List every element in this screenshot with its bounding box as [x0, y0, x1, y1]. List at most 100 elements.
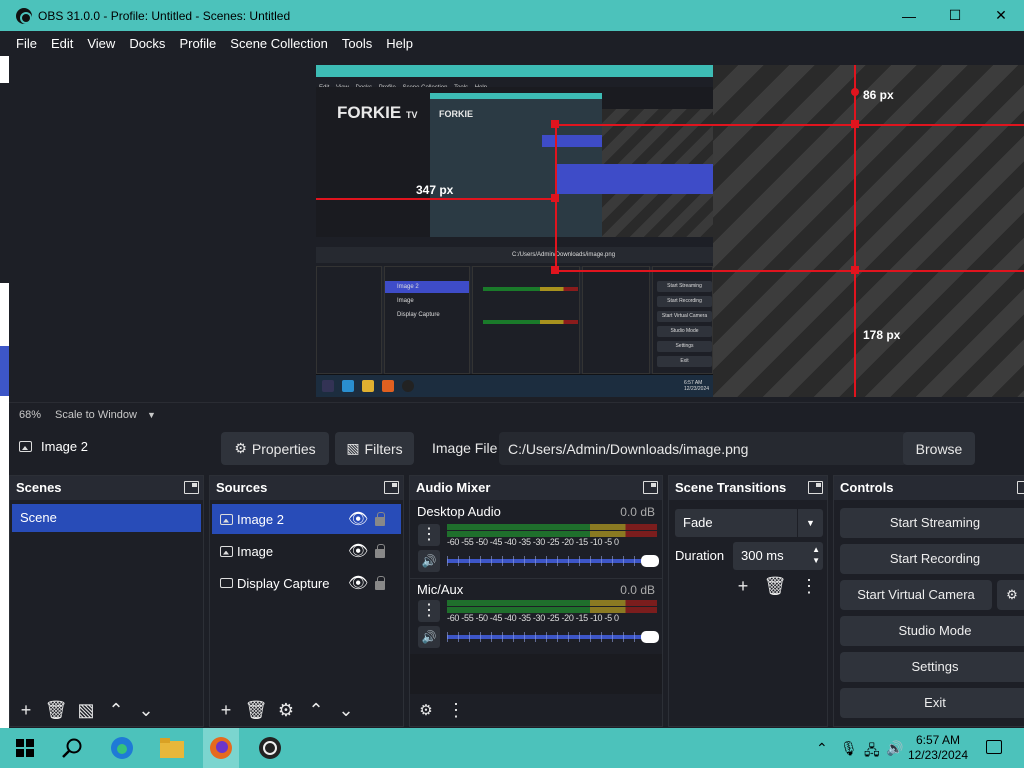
- lock-icon[interactable]: [375, 544, 385, 558]
- move-up-button[interactable]: ⌃: [302, 696, 330, 724]
- preview-canvas[interactable]: Edit View Docks Profile Scene Collection…: [9, 56, 1024, 402]
- handle-bottom-left[interactable]: [551, 266, 559, 274]
- image-source-placeholder[interactable]: [713, 65, 1024, 397]
- mixer-menu-button[interactable]: ⋮: [442, 696, 470, 724]
- nested-screenshot[interactable]: Edit View Docks Profile Scene Collection…: [316, 65, 713, 397]
- notification-icon[interactable]: [986, 740, 1002, 754]
- transition-select[interactable]: Fade ▼: [675, 509, 823, 537]
- studio-mode-button[interactable]: Studio Mode: [840, 616, 1024, 646]
- source-properties-button[interactable]: ⚙: [272, 696, 300, 724]
- handle-top-left[interactable]: [551, 120, 559, 128]
- image-icon: [220, 545, 233, 557]
- menu-view[interactable]: View: [80, 36, 122, 51]
- remove-source-button[interactable]: 🗑: [242, 696, 270, 724]
- duration-input[interactable]: 300 ms ▲ ▼: [733, 542, 823, 570]
- virtual-camera-settings-button[interactable]: ⚙: [997, 580, 1024, 610]
- move-up-button[interactable]: ⌃: [102, 696, 130, 724]
- menu-profile[interactable]: Profile: [172, 36, 223, 51]
- menu-tools[interactable]: Tools: [335, 36, 379, 51]
- handle-top-right[interactable]: [851, 120, 859, 128]
- sources-title: Sources: [210, 476, 403, 500]
- volume-icon[interactable]: 🔊: [886, 740, 903, 757]
- eye-icon[interactable]: 👁: [348, 509, 368, 529]
- advanced-audio-icon[interactable]: ⚙: [412, 696, 440, 724]
- window-controls: — ☐ ✕: [886, 0, 1024, 31]
- network-icon[interactable]: 🖧: [864, 740, 880, 764]
- filters-button[interactable]: ▧ Filters: [335, 432, 414, 465]
- menu-file[interactable]: File: [9, 36, 44, 51]
- obs-taskbar-icon[interactable]: [257, 736, 283, 760]
- menu-help[interactable]: Help: [379, 36, 420, 51]
- nested-control-5: Settings: [657, 341, 712, 352]
- close-button[interactable]: ✕: [978, 0, 1024, 31]
- nested-edge-icon: [342, 380, 354, 392]
- source-item-display-capture[interactable]: Display Capture 👁: [212, 568, 401, 598]
- nested-control-2: Start Recording: [657, 296, 712, 307]
- undock-icon[interactable]: [384, 481, 399, 494]
- source-item-image[interactable]: Image 👁: [212, 536, 401, 566]
- source-item-image-2[interactable]: Image 2 👁: [212, 504, 401, 534]
- undock-icon[interactable]: [643, 481, 658, 494]
- menu-scene-collection[interactable]: Scene Collection: [223, 36, 335, 51]
- start-recording-button[interactable]: Start Recording: [840, 544, 1024, 574]
- handle-left-mid[interactable]: [551, 194, 559, 202]
- undock-icon[interactable]: [184, 481, 199, 494]
- volume-slider[interactable]: [447, 555, 659, 567]
- eye-icon[interactable]: 👁: [348, 573, 368, 593]
- windows-start-icon[interactable]: [12, 736, 38, 760]
- start-virtual-camera-button[interactable]: Start Virtual Camera: [840, 580, 992, 610]
- source-toolbar: Image 2 ⚙ Properties ▧ Filters Image Fil…: [9, 427, 1024, 471]
- nested-file-path: C:/Users/Admin/Downloads/image.png: [512, 252, 616, 258]
- browse-button[interactable]: Browse: [903, 432, 975, 465]
- minimize-button[interactable]: —: [886, 0, 932, 31]
- move-down-button[interactable]: ⌄: [332, 696, 360, 724]
- menu-docks[interactable]: Docks: [122, 36, 172, 51]
- system-clock[interactable]: 6:57 AM 12/23/2024: [908, 733, 968, 763]
- edge-browser-icon[interactable]: [109, 736, 135, 760]
- settings-button[interactable]: Settings: [840, 652, 1024, 682]
- channel-menu-button[interactable]: ⋮: [418, 524, 440, 546]
- add-scene-button[interactable]: +: [12, 696, 40, 724]
- properties-button[interactable]: ⚙ Properties: [221, 432, 329, 465]
- image-file-label: Image File: [432, 440, 498, 456]
- maximize-button[interactable]: ☐: [932, 0, 978, 31]
- measure-label-top: 86 px: [863, 88, 894, 102]
- remove-scene-button[interactable]: 🗑: [42, 696, 70, 724]
- add-transition-button[interactable]: +: [729, 572, 757, 600]
- meter-scale: -60 -55 -50 -45 -40 -35 -30 -25 -20 -15 …: [447, 537, 619, 547]
- firefox-icon[interactable]: [203, 728, 239, 768]
- image-path-value: C:/Users/Admin/Downloads/image.png: [508, 440, 749, 457]
- microphone-icon[interactable]: 🎙: [840, 740, 858, 757]
- eye-icon[interactable]: 👁: [348, 541, 368, 561]
- search-icon[interactable]: [59, 736, 85, 760]
- scene-item[interactable]: Scene: [12, 504, 201, 532]
- window-title: OBS 31.0.0 - Profile: Untitled - Scenes:…: [38, 8, 291, 23]
- handle-bottom-right[interactable]: [851, 266, 859, 274]
- menu-bar: File Edit View Docks Profile Scene Colle…: [0, 31, 1024, 56]
- undock-icon[interactable]: [808, 481, 823, 494]
- file-explorer-icon[interactable]: [159, 736, 185, 760]
- lock-icon[interactable]: [375, 512, 385, 526]
- scale-mode-select[interactable]: Scale to Window: [55, 409, 137, 421]
- remove-transition-button[interactable]: 🗑: [761, 572, 789, 600]
- speaker-icon[interactable]: 🔊: [418, 550, 440, 572]
- transition-menu-button[interactable]: ⋮: [795, 572, 823, 600]
- program-canvas[interactable]: Edit View Docks Profile Scene Collection…: [316, 65, 1024, 397]
- add-source-button[interactable]: +: [212, 696, 240, 724]
- exit-button[interactable]: Exit: [840, 688, 1024, 718]
- channel-menu-button[interactable]: ⋮: [418, 600, 440, 622]
- undock-icon[interactable]: [1017, 481, 1024, 494]
- scene-filters-button[interactable]: ▧: [72, 696, 100, 724]
- start-streaming-button[interactable]: Start Streaming: [840, 508, 1024, 538]
- move-down-button[interactable]: ⌄: [132, 696, 160, 724]
- spinner-icon[interactable]: ▲ ▼: [812, 544, 820, 566]
- menu-edit[interactable]: Edit: [44, 36, 80, 51]
- image-path-field[interactable]: C:/Users/Admin/Downloads/image.png: [499, 432, 907, 465]
- chevron-up-icon[interactable]: ⌃: [816, 740, 828, 757]
- speaker-icon[interactable]: 🔊: [418, 626, 440, 648]
- lock-icon[interactable]: [375, 576, 385, 590]
- nested-source-1: Image 2: [397, 284, 419, 290]
- controls-title-text: Controls: [840, 480, 894, 495]
- volume-slider[interactable]: [447, 631, 659, 643]
- chevron-down-icon[interactable]: ▼: [147, 410, 156, 420]
